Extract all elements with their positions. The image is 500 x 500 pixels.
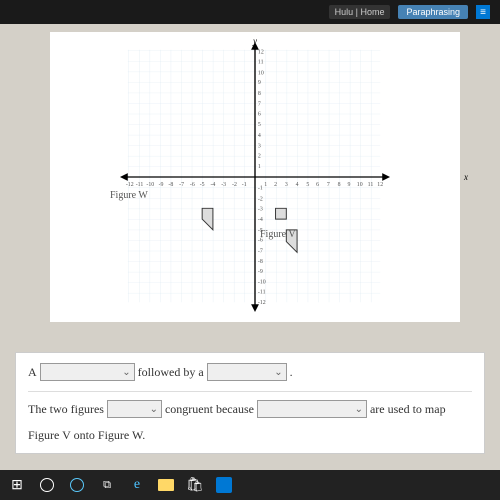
svg-text:-3: -3 bbox=[258, 206, 263, 212]
svg-text:-2: -2 bbox=[232, 182, 237, 188]
svg-text:-9: -9 bbox=[159, 182, 164, 188]
svg-text:-7: -7 bbox=[258, 248, 263, 254]
svg-text:10: 10 bbox=[357, 182, 363, 188]
coordinate-graph: y x 123 456 789 101112 -1-2-3 -4-5-6 -7-… bbox=[50, 32, 460, 322]
svg-text:9: 9 bbox=[258, 80, 261, 86]
svg-text:-6: -6 bbox=[190, 182, 195, 188]
svg-text:6: 6 bbox=[258, 111, 261, 117]
svg-text:1: 1 bbox=[264, 182, 267, 188]
text-period: . bbox=[290, 365, 293, 380]
svg-text:2: 2 bbox=[258, 153, 261, 159]
y-axis-label: y bbox=[253, 36, 257, 46]
svg-text:-10: -10 bbox=[146, 182, 154, 188]
figure-w-label: Figure W bbox=[110, 190, 148, 201]
svg-text:9: 9 bbox=[347, 182, 350, 188]
svg-text:-7: -7 bbox=[179, 182, 184, 188]
svg-text:8: 8 bbox=[338, 182, 341, 188]
search-icon[interactable] bbox=[38, 476, 56, 494]
svg-text:7: 7 bbox=[327, 182, 330, 188]
svg-text:-5: -5 bbox=[200, 182, 205, 188]
edge-icon[interactable]: e bbox=[128, 476, 146, 494]
svg-text:3: 3 bbox=[258, 144, 261, 150]
svg-text:6: 6 bbox=[316, 182, 319, 188]
task-view-icon[interactable]: ⧉ bbox=[98, 476, 116, 494]
app-icon[interactable] bbox=[216, 477, 232, 493]
tab-hulu[interactable]: Hulu | Home bbox=[329, 5, 391, 19]
dropdown-reason[interactable] bbox=[257, 400, 367, 418]
svg-text:4: 4 bbox=[258, 133, 261, 139]
svg-text:-3: -3 bbox=[221, 182, 226, 188]
svg-text:-1: -1 bbox=[242, 182, 247, 188]
svg-text:12: 12 bbox=[258, 50, 264, 56]
extension-icon[interactable]: ≡ bbox=[476, 5, 490, 19]
x-axis-label: x bbox=[464, 172, 468, 182]
explorer-icon[interactable] bbox=[158, 479, 174, 491]
divider bbox=[28, 391, 472, 392]
text-followed: followed by a bbox=[138, 365, 204, 380]
svg-text:11: 11 bbox=[368, 182, 374, 188]
text-a: A bbox=[28, 365, 37, 380]
svg-text:-9: -9 bbox=[258, 269, 263, 275]
text-congruent: congruent because bbox=[165, 402, 254, 417]
svg-text:-8: -8 bbox=[258, 259, 263, 265]
sentence-1: A followed by a . bbox=[28, 363, 472, 381]
svg-text:-2: -2 bbox=[258, 196, 263, 202]
grid-svg: 123 456 789 101112 -1-2-3 -4-5-6 -7-8-9 … bbox=[58, 40, 452, 314]
svg-text:4: 4 bbox=[296, 182, 299, 188]
store-icon[interactable]: 🛍 bbox=[186, 476, 204, 494]
dropdown-transform-1[interactable] bbox=[40, 363, 135, 381]
svg-text:11: 11 bbox=[258, 59, 264, 65]
svg-text:10: 10 bbox=[258, 70, 264, 76]
svg-text:-12: -12 bbox=[258, 300, 266, 306]
svg-text:-12: -12 bbox=[126, 182, 134, 188]
svg-text:-4: -4 bbox=[210, 182, 215, 188]
svg-text:-8: -8 bbox=[168, 182, 173, 188]
svg-text:-10: -10 bbox=[258, 280, 266, 286]
sentence-3: Figure V onto Figure W. bbox=[28, 428, 472, 443]
svg-text:-4: -4 bbox=[258, 217, 263, 223]
text-used-map: are used to map bbox=[370, 402, 446, 417]
sentence-2: The two figures congruent because are us… bbox=[28, 400, 472, 418]
svg-text:7: 7 bbox=[258, 102, 261, 108]
svg-text:-11: -11 bbox=[258, 289, 266, 295]
svg-text:5: 5 bbox=[258, 122, 261, 128]
figure-v-label: Figure V bbox=[260, 229, 296, 240]
question-panel: A followed by a . The two figures congru… bbox=[15, 352, 485, 454]
svg-text:3: 3 bbox=[285, 182, 288, 188]
svg-text:1: 1 bbox=[258, 164, 261, 170]
svg-text:-1: -1 bbox=[258, 186, 263, 192]
tab-paraphrasing[interactable]: Paraphrasing bbox=[398, 5, 468, 19]
text-onto: Figure V onto Figure W. bbox=[28, 428, 145, 443]
text-two-figures: The two figures bbox=[28, 402, 104, 417]
cortana-icon[interactable] bbox=[68, 476, 86, 494]
svg-text:5: 5 bbox=[306, 182, 309, 188]
svg-text:-11: -11 bbox=[136, 182, 144, 188]
dropdown-transform-2[interactable] bbox=[207, 363, 287, 381]
svg-text:12: 12 bbox=[377, 182, 383, 188]
svg-text:2: 2 bbox=[274, 182, 277, 188]
browser-tabs-bar: Hulu | Home Paraphrasing ≡ bbox=[0, 0, 500, 24]
windows-taskbar[interactable]: ⊞ ⧉ e 🛍 bbox=[0, 470, 500, 500]
svg-text:8: 8 bbox=[258, 91, 261, 97]
dropdown-are[interactable] bbox=[107, 400, 162, 418]
start-icon[interactable]: ⊞ bbox=[8, 476, 26, 494]
